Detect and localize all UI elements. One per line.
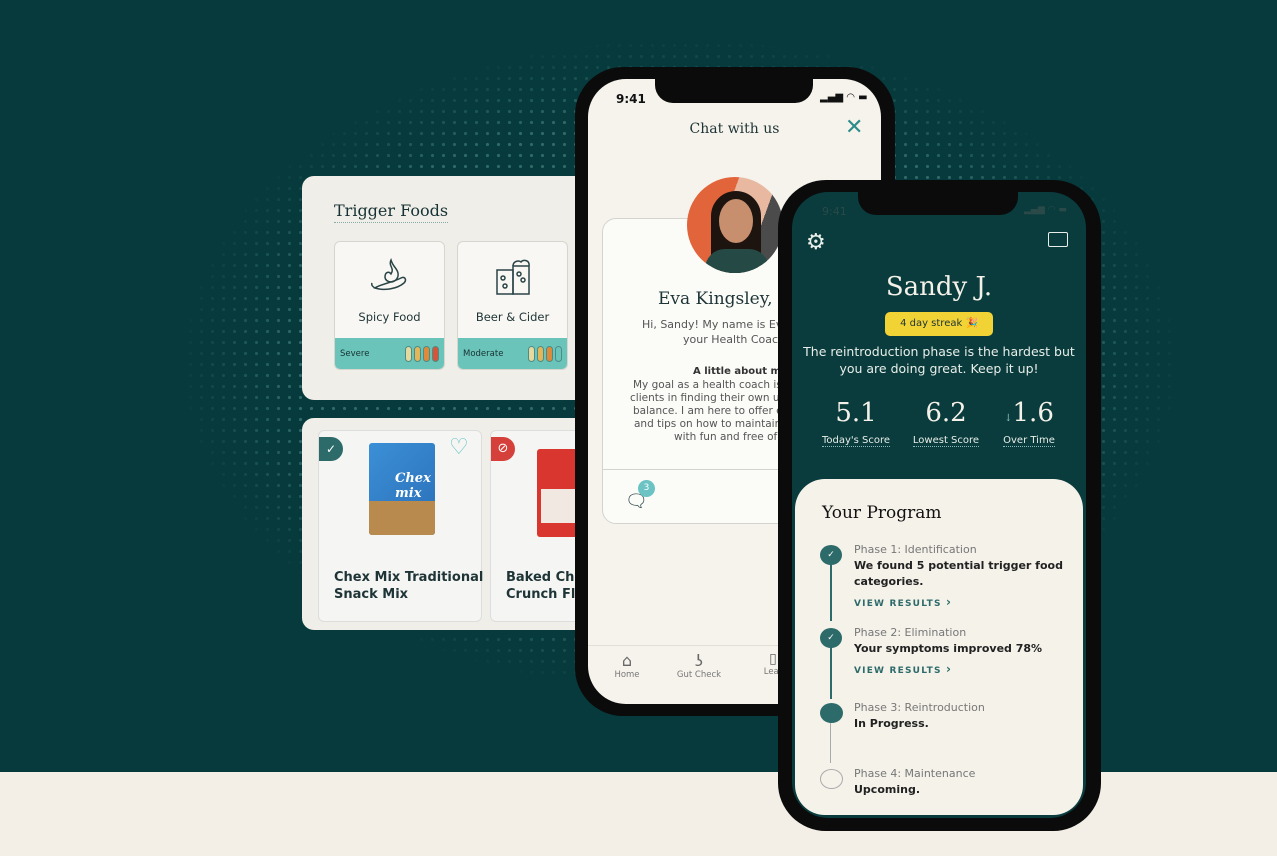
severity-level xyxy=(537,345,544,362)
message-icon[interactable] xyxy=(1048,232,1068,247)
phase-2: Phase 2: Elimination Your symptoms improv… xyxy=(854,625,1042,679)
chevron-right-icon: › xyxy=(946,662,953,676)
score-label: Today's Score xyxy=(821,435,891,447)
phase-upcoming-icon xyxy=(820,769,843,789)
status-icons: ▂▄▆ ◠ ▬ xyxy=(1024,205,1067,215)
tab-gut-check[interactable]: ʖ Gut Check xyxy=(673,651,725,680)
avoid-icon: ⊘ xyxy=(491,437,515,461)
phase-3: Phase 3: Reintroduction In Progress. xyxy=(854,701,985,730)
down-arrow-icon: ↓ xyxy=(1004,413,1013,424)
coach-avatar xyxy=(687,177,783,273)
chili-flame-icon xyxy=(371,257,407,291)
user-name: Sandy J. xyxy=(885,272,993,302)
settings-gear-icon[interactable]: ⚙ xyxy=(806,230,826,255)
products-card: ✓ ♡ Chex mix Chex Mix Traditional Snack Mi… xyxy=(302,418,592,630)
score-lowest[interactable]: 6.2 Lowest Score xyxy=(906,398,986,447)
about-heading: A little about me: xyxy=(693,366,792,377)
approved-check-icon: ✓ xyxy=(319,437,343,461)
phone-notch xyxy=(858,190,1018,215)
trigger-name: Beer & Cider xyxy=(475,310,550,324)
chat-title: Chat with us xyxy=(689,121,780,137)
score-value: 1.6 xyxy=(1012,398,1054,428)
severity-level xyxy=(405,345,412,362)
status-icons: ▂▄▆ ◠ ▬ xyxy=(820,92,868,103)
status-time: 9:41 xyxy=(822,205,847,218)
coach-name: Eva Kingsley, R xyxy=(658,289,791,309)
home-screen: 9:41 ▂▄▆ ◠ ▬ ⚙ Sandy J. 4 day streak 🎉 T… xyxy=(792,192,1086,818)
view-results-link[interactable]: VIEW RESULTS › xyxy=(854,594,1063,612)
encouragement-message: The reintroduction phase is the hardest … xyxy=(803,344,1075,376)
severity-label: Moderate xyxy=(463,348,504,359)
party-popper-icon: 🎉 xyxy=(965,318,978,329)
program-card: Your Program ✓ ✓ Phase 1: Identification… xyxy=(795,479,1083,815)
phase-done-check-icon: ✓ xyxy=(820,628,842,648)
phase-done-check-icon: ✓ xyxy=(820,545,842,565)
greeting-line: Hi, Sandy! My name is Ev xyxy=(642,318,783,331)
greeting-line: your Health Coac xyxy=(683,333,779,346)
severity-level xyxy=(414,345,421,362)
close-icon[interactable]: ✕ xyxy=(845,115,863,140)
product-name: Chex Mix Traditional Snack Mix xyxy=(334,570,484,602)
about-line: My goal as a health coach is t xyxy=(633,379,790,391)
about-line: clients in finding their own uni xyxy=(630,392,790,404)
tab-label: Gut Check xyxy=(676,670,722,680)
trigger-name: Spicy Food xyxy=(358,310,421,324)
tab-home[interactable]: ⌂ Home xyxy=(614,651,640,680)
trigger-foods-title: Trigger Foods xyxy=(334,201,449,223)
phase-4: Phase 4: Maintenance Upcoming. xyxy=(854,767,976,796)
severity-bar: Moderate xyxy=(458,338,567,369)
heart-icon[interactable]: ♡ xyxy=(449,435,469,460)
severity-level xyxy=(555,345,562,362)
severity-level xyxy=(528,345,535,362)
home-icon: ⌂ xyxy=(621,651,633,670)
severity-label: Severe xyxy=(340,348,370,359)
streak-label: 4 day streak xyxy=(900,318,963,329)
phase-current-icon xyxy=(820,703,843,723)
home-phone: 9:41 ▂▄▆ ◠ ▬ ⚙ Sandy J. 4 day streak 🎉 T… xyxy=(778,180,1101,831)
stomach-icon: ʖ xyxy=(694,651,704,670)
trigger-tile-spicy[interactable]: Spicy Food Severe xyxy=(334,241,445,370)
streak-badge: 4 day streak 🎉 xyxy=(885,312,993,336)
phase-1: Phase 1: Identification We found 5 potent… xyxy=(854,542,1063,612)
phone-notch xyxy=(655,77,813,103)
score-label: Over Time xyxy=(1003,435,1055,447)
score-value: 6.2 xyxy=(925,398,967,428)
unread-badge: 3 xyxy=(638,480,655,497)
score-today[interactable]: 5.1 Today's Score xyxy=(820,398,892,447)
status-time: 9:41 xyxy=(616,92,646,106)
trigger-foods-card: Trigger Foods Spicy Food Severe Beer & C… xyxy=(302,176,592,400)
chex-mix-bag-image: Chex mix xyxy=(369,443,435,535)
chevron-right-icon: › xyxy=(946,595,953,609)
product-card[interactable]: ✓ ♡ Chex mix Chex Mix Traditional Snack Mi… xyxy=(318,430,484,622)
severity-bar: Severe xyxy=(335,338,444,369)
severity-level xyxy=(432,345,439,362)
trigger-tile-beer[interactable]: Beer & Cider Moderate xyxy=(457,241,568,370)
about-line: balance. I am here to offer en xyxy=(633,405,790,417)
about-line: with fun and free of ru xyxy=(674,431,792,443)
about-line: and tips on how to maintain yo xyxy=(634,418,798,430)
severity-level xyxy=(546,345,553,362)
program-title: Your Program xyxy=(822,503,942,523)
score-label: Lowest Score xyxy=(912,435,980,447)
view-results-link[interactable]: VIEW RESULTS › xyxy=(854,661,1042,679)
score-value: 5.1 xyxy=(835,398,877,428)
severity-level xyxy=(423,345,430,362)
beer-glass-icon xyxy=(496,259,530,295)
score-over-time[interactable]: ↓1.6 Over Time xyxy=(996,398,1062,447)
tab-label: Home xyxy=(614,670,640,680)
